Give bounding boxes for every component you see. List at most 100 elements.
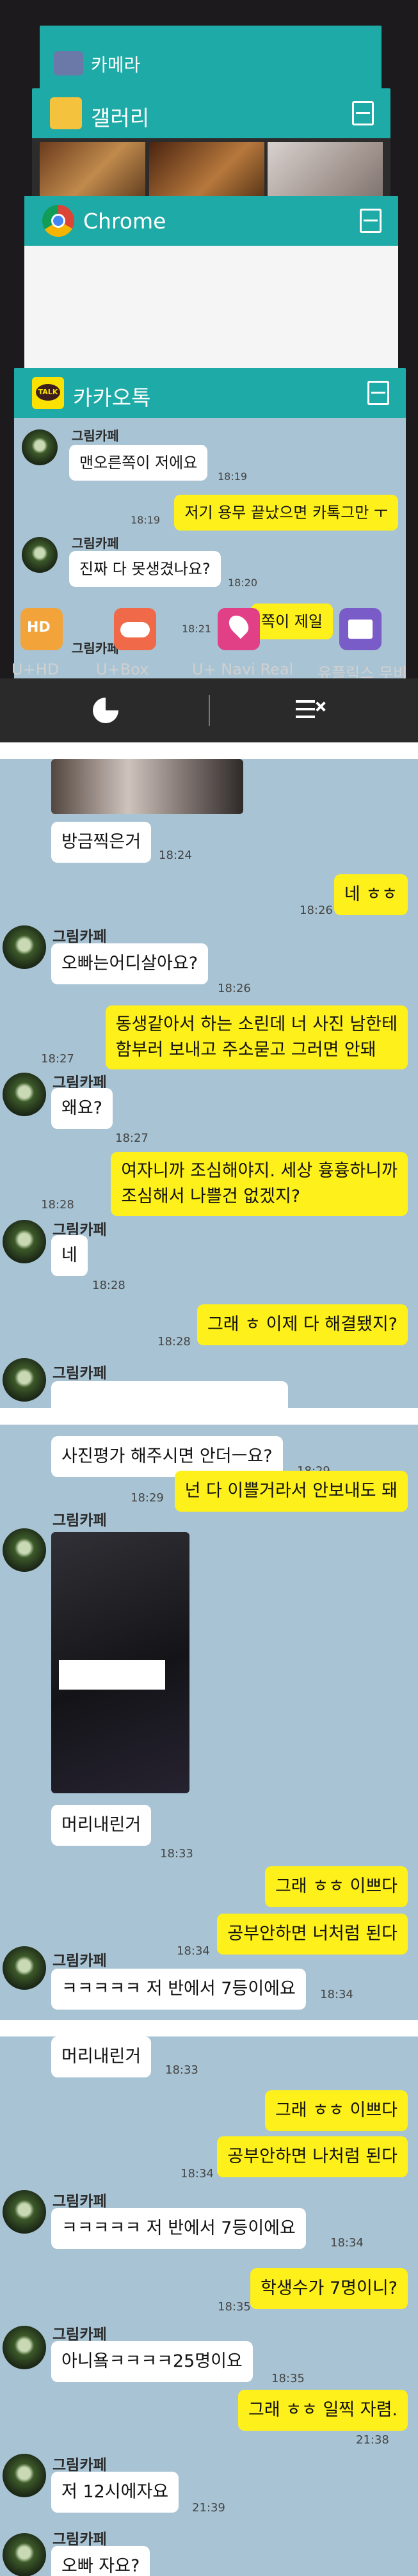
message-bubble[interactable]: 동생같아서 하는 소린데 너 사진 남한테 함부러 보내고 주소묻고 그러면 안… <box>105 1005 408 1069</box>
message-time: 18:19 <box>131 514 161 526</box>
message-bubble[interactable]: 맨오른쪽이 저에요 <box>69 445 208 481</box>
avatar <box>3 2326 46 2369</box>
sender-name: 그림카페 <box>52 1512 107 1529</box>
message-bubble[interactable]: 아니욬ㅋㅋㅋㅋ25명이요 <box>51 2341 253 2382</box>
message-bubble[interactable]: ㅋㅋㅋㅋㅋ 저 반에서 7등이에요 <box>51 1969 306 2010</box>
multi-window-icon[interactable] <box>360 209 382 233</box>
gallery-icon <box>50 97 82 129</box>
avatar <box>22 429 58 465</box>
message-time: 18:24 <box>159 849 192 862</box>
message-time: 21:39 <box>192 2501 225 2515</box>
chrome-icon <box>42 205 74 237</box>
message-time: 18:34 <box>330 2236 364 2250</box>
multi-window-icon[interactable] <box>367 381 389 405</box>
avatar <box>3 2190 46 2234</box>
clear-all-icon[interactable] <box>296 698 326 723</box>
chat-screen-3: 머리내린거 18:33 그래 ㅎㅎ 이쁘다 공부안하면 나처럼 된다 18:34… <box>0 2036 418 2576</box>
pie-icon[interactable] <box>93 698 118 723</box>
message-bubble[interactable]: 네 ㅎㅎ <box>334 874 408 915</box>
camera-card-title: 카메라 <box>91 54 141 76</box>
chat-screen-2: 사진평가 해주시면 안더ㅡ요? 18:29 18:29 넌 다 이쁠거라서 안보… <box>0 1425 418 2020</box>
message-time: 18:19 <box>218 470 248 483</box>
u-plus-navi-icon[interactable] <box>218 608 260 650</box>
message-time: 18:28 <box>41 1198 74 1212</box>
u-plus-box-icon[interactable] <box>114 608 156 650</box>
sender-name: 그림카페 <box>52 2193 107 2210</box>
message-bubble[interactable]: 여자니까 조심해야지. 세상 흉흉하니까 조심해서 나쁠건 없겠지? <box>111 1152 408 1216</box>
avatar <box>3 925 46 969</box>
chrome-card-title: Chrome <box>83 209 166 234</box>
avatar <box>3 1528 46 1572</box>
message-time: 18:35 <box>271 2372 305 2385</box>
message-bubble[interactable]: 오빠는어디살아요? <box>51 943 209 984</box>
section-separator <box>0 1408 418 1425</box>
kakaotalk-card-title: 카카오톡 <box>73 385 151 410</box>
message-bubble[interactable]: 머리내린거 <box>51 2036 152 2077</box>
message-time: 18:33 <box>165 2063 198 2077</box>
message-bubble[interactable] <box>51 1381 288 1408</box>
message-time: 18:35 <box>218 2300 251 2314</box>
chrome-card[interactable]: Chrome <box>24 196 398 369</box>
sender-name: 그림카페 <box>72 536 119 551</box>
avatar <box>3 1946 46 1990</box>
sender-name: 그림카페 <box>52 929 107 945</box>
message-bubble[interactable]: 공부안하면 너처럼 된다 <box>217 1914 408 1955</box>
app-shortcut-dock: HD U+HD U+Box U+ Navi Real 유플릭스 무비 <box>0 602 418 682</box>
message-time: 18:20 <box>228 577 258 589</box>
message-time: 18:28 <box>157 1335 191 1348</box>
message-time: 21:38 <box>356 2433 389 2447</box>
message-bubble[interactable]: 그래 ㅎㅎ 이쁘다 <box>264 2090 408 2131</box>
divider <box>209 695 210 726</box>
message-time: 18:34 <box>177 1944 210 1958</box>
sender-name: 그림카페 <box>52 2531 107 2548</box>
message-time: 18:27 <box>41 1052 74 1066</box>
kakaotalk-card-header: TALK 카카오톡 <box>14 368 406 418</box>
message-bubble[interactable]: 진짜 다 못생겼나요? <box>69 551 221 587</box>
message-bubble[interactable]: 저 12시에자요 <box>51 2472 179 2513</box>
dock-label: U+HD <box>12 660 60 678</box>
message-time: 18:26 <box>218 982 251 995</box>
kakaotalk-icon: TALK <box>32 377 64 409</box>
photo-message[interactable] <box>51 759 243 814</box>
sender-name: 그림카페 <box>52 1953 107 1969</box>
message-bubble[interactable]: 방금찍은거 <box>51 822 152 863</box>
multi-window-icon[interactable] <box>352 101 374 125</box>
message-bubble[interactable]: 공부안하면 나처럼 된다 <box>217 2136 408 2177</box>
message-bubble[interactable]: 저기 용무 끝났으면 카톡그만 ㅜ <box>174 495 398 531</box>
gallery-card-header: 갤러리 <box>32 88 390 138</box>
message-bubble[interactable]: 왜요? <box>51 1088 113 1129</box>
movie-icon[interactable] <box>339 608 382 650</box>
message-bubble[interactable]: 그래 ㅎㅎ 일찍 자렴. <box>237 2390 408 2431</box>
message-bubble[interactable]: 네 <box>51 1235 88 1276</box>
message-bubble[interactable]: 그래 ㅎ 이제 다 해결됐지? <box>197 1304 408 1345</box>
avatar <box>3 1358 46 1402</box>
gallery-card-title: 갤러리 <box>91 106 150 131</box>
avatar <box>3 2454 46 2497</box>
sender-name: 그림카페 <box>72 428 119 444</box>
message-time: 18:28 <box>92 1279 125 1292</box>
message-bubble[interactable]: 학생수가 7명이니? <box>250 2268 408 2309</box>
message-time: 18:34 <box>181 2167 214 2180</box>
redaction-box <box>59 1660 165 1690</box>
section-separator <box>0 2020 418 2036</box>
message-bubble[interactable]: 넌 다 이쁠거라서 안보내도 돼 <box>174 1471 408 1512</box>
photo-message[interactable] <box>51 1532 189 1793</box>
message-bubble[interactable]: 그래 ㅎㅎ 이쁘다 <box>264 1866 408 1907</box>
chrome-card-header: Chrome <box>24 196 398 246</box>
message-bubble[interactable]: 오빠 자요? <box>51 2546 150 2576</box>
message-bubble[interactable]: 머리내린거 <box>51 1805 152 1846</box>
message-bubble[interactable]: ㅋㅋㅋㅋㅋ 저 반에서 7등이에요 <box>51 2208 306 2249</box>
avatar <box>3 1220 46 1263</box>
message-time: 18:29 <box>131 1491 164 1505</box>
dock-label: U+ Navi Real <box>192 660 294 678</box>
avatar <box>3 2533 46 2576</box>
sender-name: 그림카페 <box>52 2326 107 2343</box>
navigation-bar <box>0 678 418 742</box>
message-time: 18:33 <box>160 1847 193 1860</box>
section-separator <box>0 742 418 759</box>
message-time: 18:27 <box>115 1132 149 1145</box>
sender-name: 그림카페 <box>52 1365 107 1382</box>
u-plus-hd-icon[interactable]: HD <box>20 608 63 650</box>
camera-icon <box>54 51 83 76</box>
chat-screen-1: 방금찍은거 18:24 18:26 네 ㅎㅎ 그림카페 오빠는어디살아요? 18… <box>0 759 418 1408</box>
